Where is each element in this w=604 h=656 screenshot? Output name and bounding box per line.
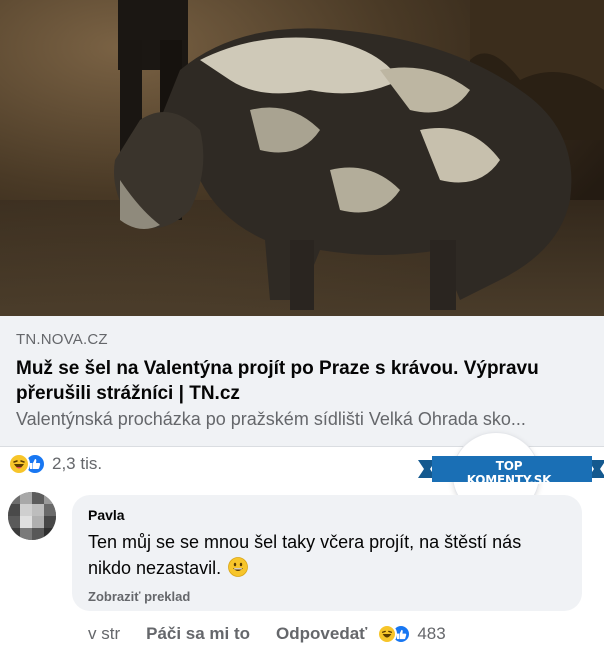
translate-link[interactable]: Zobraziť preklad [88,589,566,604]
badge-text: TOP KOMENTY.SK [466,459,552,487]
haha-emoji-icon [8,453,30,475]
link-description: Valentýnská procházka po pražském sídliš… [16,409,526,429]
comment-text: Ten můj se se mnou šel taky včera projít… [88,532,522,578]
comment-reactions[interactable]: 483 [377,624,446,644]
reply-button[interactable]: Odpovedať [276,624,367,644]
preview-photo[interactable] [0,0,604,316]
link-preview-card[interactable]: TN.NOVA.CZ Muž se šel na Valentýna projí… [0,0,604,447]
comment-text-block: Ten můj se se mnou šel taky včera projít… [88,529,566,581]
like-button[interactable]: Páči sa mi to [146,624,250,644]
link-headline[interactable]: Muž se šel na Valentýna projít po Praze … [16,356,588,406]
comment-bubble: Pavla Ten můj se se mnou šel taky včera … [72,495,582,611]
cow-photo-illustration [0,0,604,316]
grinning-face-icon [228,557,248,577]
reaction-count[interactable]: 2,3 tis. [52,454,102,474]
comment-reaction-count: 483 [417,624,446,643]
link-domain: TN.NOVA.CZ [16,331,108,348]
comment-timestamp[interactable]: v str [88,624,120,644]
comment-actions: v str Páči sa mi to Odpovedať 483 [88,622,446,646]
comment-author[interactable]: Pavla [88,507,566,523]
avatar[interactable] [8,492,56,540]
post-reactions[interactable]: 2,3 tis. [8,452,102,476]
